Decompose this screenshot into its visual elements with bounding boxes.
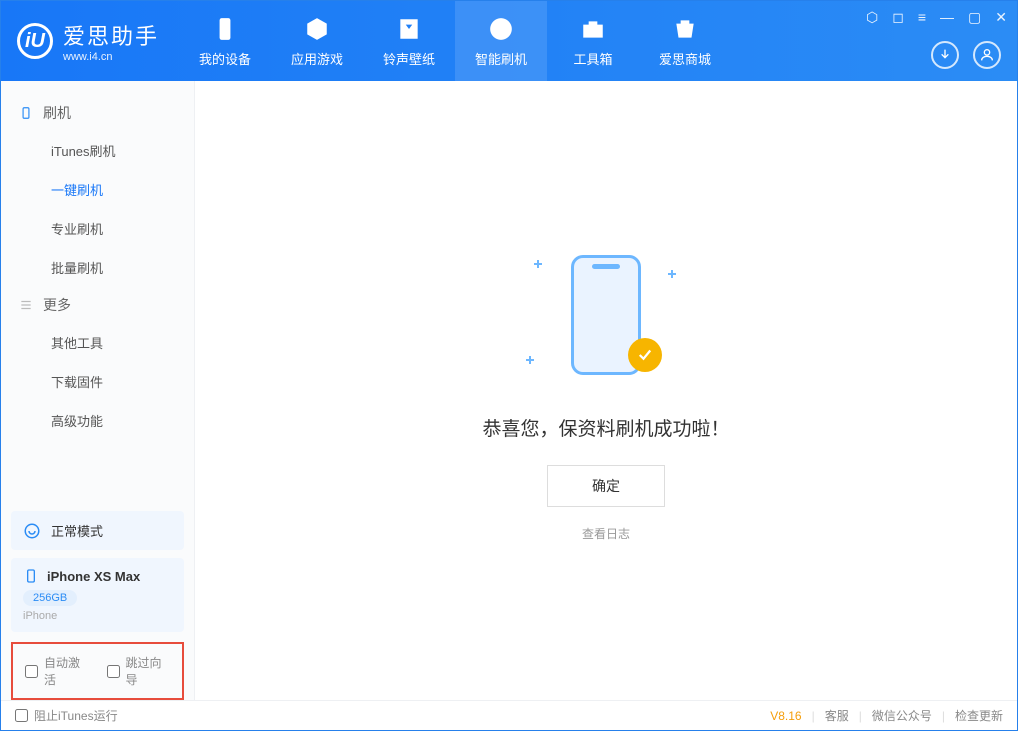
sidebar-item-itunes-flash[interactable]: iTunes刷机 <box>1 131 194 170</box>
app-title: 爱思助手 <box>63 19 159 51</box>
storage-badge: 256GB <box>23 590 77 606</box>
nav-shop[interactable]: 爱思商城 <box>639 1 731 81</box>
sidebar: 刷机 iTunes刷机 一键刷机 专业刷机 批量刷机 更多 其他工具 下载固件 … <box>1 81 195 700</box>
device-mode[interactable]: 正常模式 <box>11 511 184 550</box>
nav-label: 应用游戏 <box>291 49 343 68</box>
shop-icon <box>671 15 699 43</box>
sidebar-item-batch-flash[interactable]: 批量刷机 <box>1 248 194 287</box>
sidebar-item-oneclick-flash[interactable]: 一键刷机 <box>1 170 194 209</box>
success-message: 恭喜您，保资料刷机成功啦！ <box>482 414 729 441</box>
sidebar-item-other-tools[interactable]: 其他工具 <box>1 323 194 362</box>
device-icon <box>211 15 239 43</box>
close-button[interactable]: ✕ <box>995 9 1007 26</box>
success-illustration <box>516 240 696 390</box>
status-bar: 阻止iTunes运行 V8.16 | 客服 | 微信公众号 | 检查更新 <box>1 700 1017 730</box>
app-header: iU 爱思助手 www.i4.cn 我的设备 应用游戏 铃声壁纸 智能刷机 工具… <box>1 1 1017 81</box>
section-flash: 刷机 <box>1 95 194 131</box>
wechat-link[interactable]: 微信公众号 <box>872 707 932 724</box>
minimize-button[interactable]: ― <box>940 9 954 26</box>
phone-icon <box>19 106 33 120</box>
highlighted-options: 自动激活 跳过向导 <box>11 642 184 700</box>
mode-icon <box>23 522 41 540</box>
block-itunes-checkbox[interactable]: 阻止iTunes运行 <box>15 707 118 724</box>
logo-icon: iU <box>17 23 53 59</box>
view-log-link[interactable]: 查看日志 <box>582 525 630 542</box>
nav-toolbox[interactable]: 工具箱 <box>547 1 639 81</box>
user-button[interactable] <box>973 41 1001 69</box>
list-icon <box>19 298 33 312</box>
main-panel: 恭喜您，保资料刷机成功啦！ 确定 查看日志 <box>195 81 1017 700</box>
support-link[interactable]: 客服 <box>825 707 849 724</box>
check-update-link[interactable]: 检查更新 <box>955 707 1003 724</box>
nav-label: 工具箱 <box>574 49 613 68</box>
skip-guide-checkbox[interactable]: 跳过向导 <box>107 654 171 688</box>
device-icon <box>23 568 39 584</box>
sidebar-item-advanced[interactable]: 高级功能 <box>1 401 194 440</box>
section-more: 更多 <box>1 287 194 323</box>
menu-icon[interactable]: ≡ <box>918 9 926 26</box>
feedback-icon[interactable]: ◻ <box>892 9 904 26</box>
gear-icon <box>487 15 515 43</box>
sparkle-icon <box>534 260 542 268</box>
download-button[interactable] <box>931 41 959 69</box>
window-controls: ⬡ ◻ ≡ ― ▢ ✕ <box>866 9 1007 26</box>
device-type: iPhone <box>23 610 172 622</box>
shirt-icon[interactable]: ⬡ <box>866 9 878 26</box>
sparkle-icon <box>526 356 534 364</box>
sparkle-icon <box>668 270 676 278</box>
nav-apps-games[interactable]: 应用游戏 <box>271 1 363 81</box>
app-url: www.i4.cn <box>63 51 159 63</box>
version-text: V8.16 <box>770 709 801 723</box>
nav-ringtones[interactable]: 铃声壁纸 <box>363 1 455 81</box>
toolbox-icon <box>579 15 607 43</box>
nav-label: 铃声壁纸 <box>383 49 435 68</box>
nav-label: 爱思商城 <box>659 49 711 68</box>
maximize-button[interactable]: ▢ <box>968 9 981 26</box>
logo: iU 爱思助手 www.i4.cn <box>1 19 175 63</box>
top-nav: 我的设备 应用游戏 铃声壁纸 智能刷机 工具箱 爱思商城 <box>179 1 731 81</box>
device-card[interactable]: iPhone XS Max 256GB iPhone <box>11 558 184 632</box>
music-icon <box>395 15 423 43</box>
nav-my-device[interactable]: 我的设备 <box>179 1 271 81</box>
nav-flash[interactable]: 智能刷机 <box>455 1 547 81</box>
auto-activate-checkbox[interactable]: 自动激活 <box>25 654 89 688</box>
sidebar-item-download-firmware[interactable]: 下载固件 <box>1 362 194 401</box>
ok-button[interactable]: 确定 <box>547 465 665 507</box>
sidebar-item-pro-flash[interactable]: 专业刷机 <box>1 209 194 248</box>
nav-label: 我的设备 <box>199 49 251 68</box>
header-actions <box>931 41 1001 69</box>
device-name-text: iPhone XS Max <box>47 569 140 584</box>
nav-label: 智能刷机 <box>475 49 527 68</box>
cube-icon <box>303 15 331 43</box>
check-icon <box>628 338 662 372</box>
